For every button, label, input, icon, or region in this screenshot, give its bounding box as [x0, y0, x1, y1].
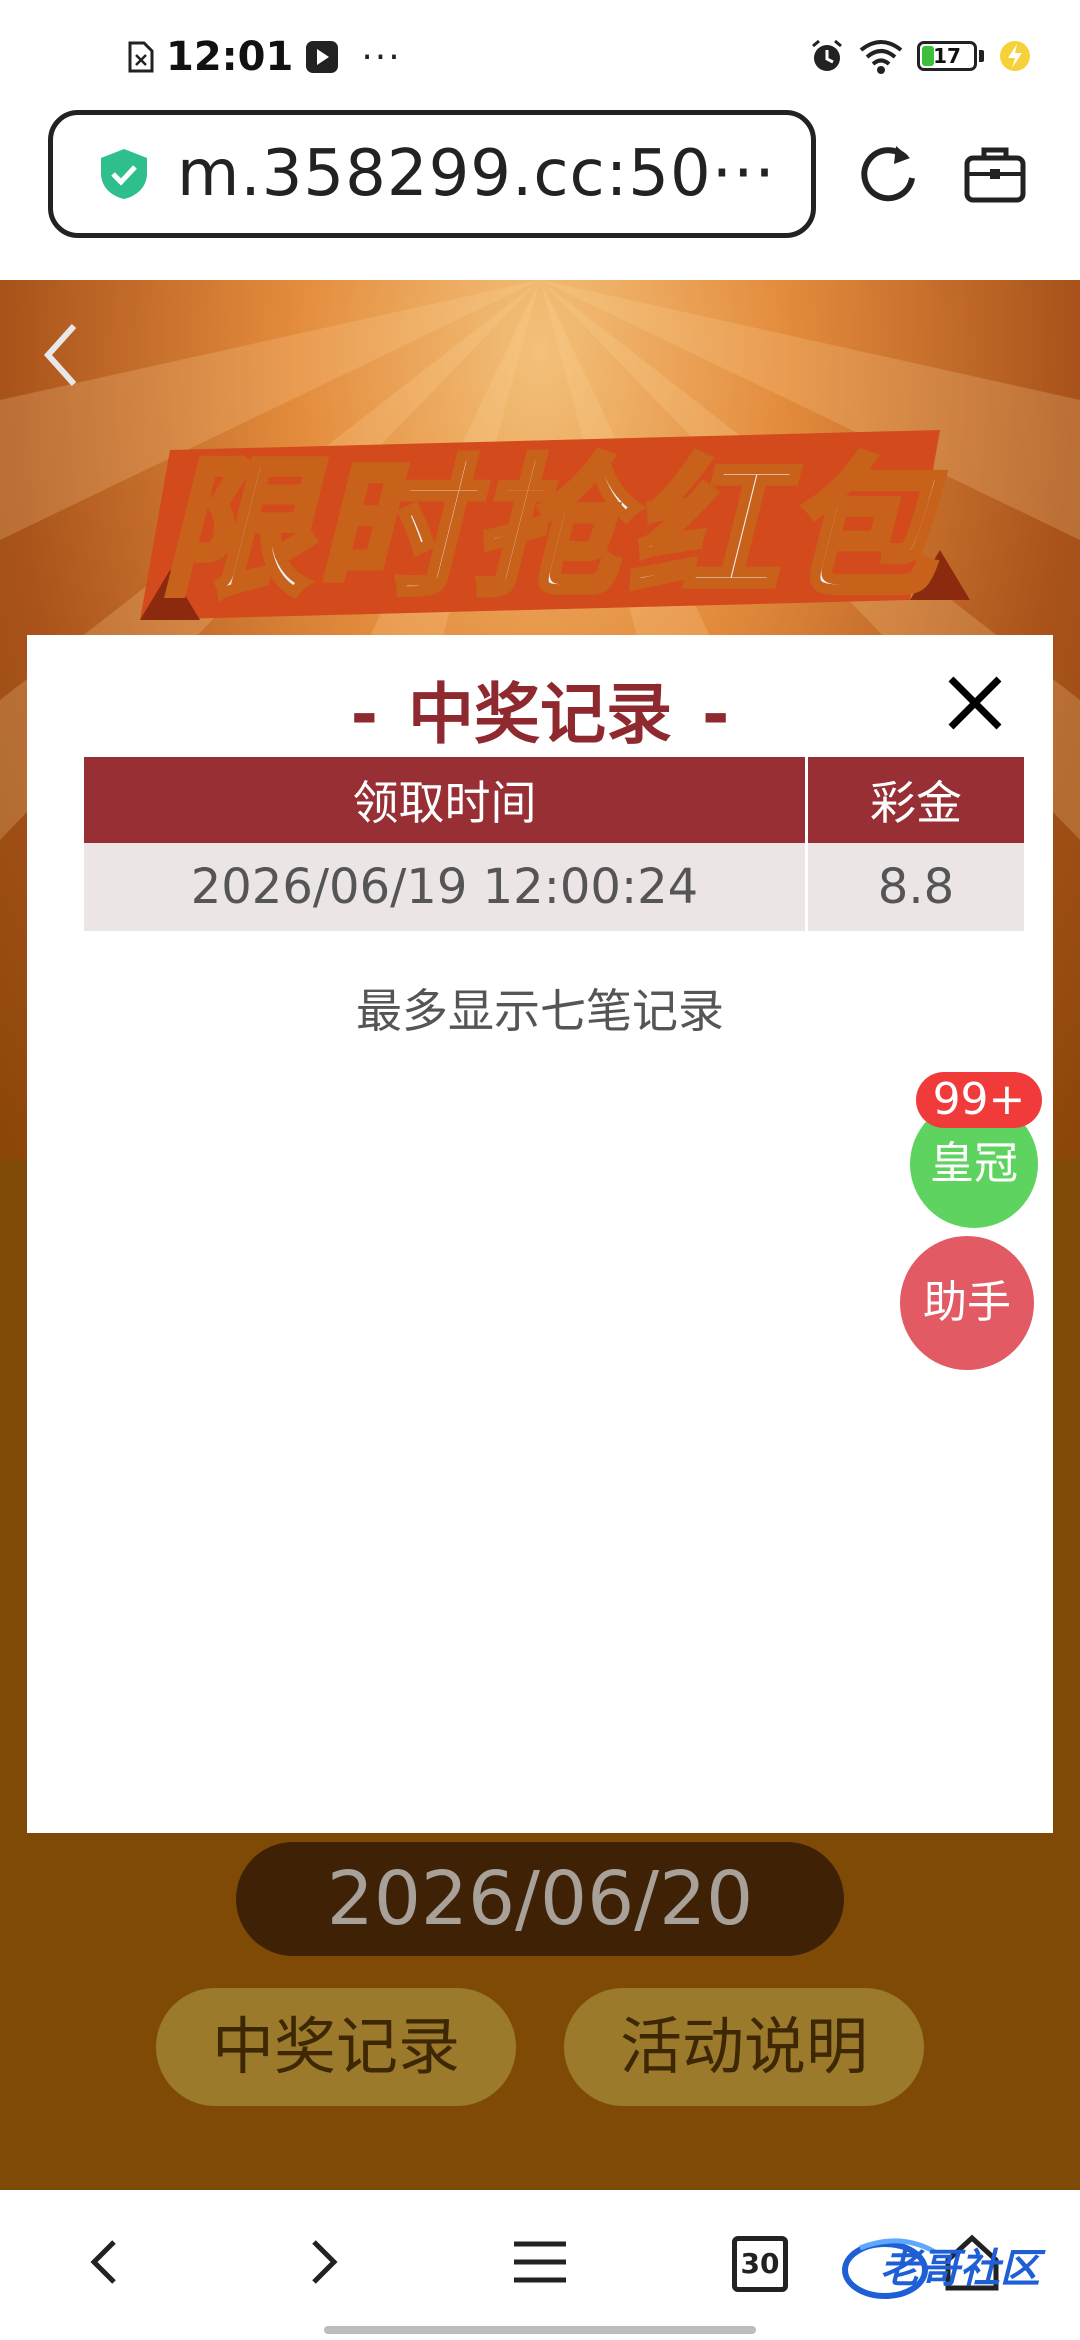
- modal-title-text: 中奖记录: [408, 676, 672, 753]
- records-note: 最多显示七笔记录: [356, 984, 724, 1038]
- menu-icon[interactable]: [508, 2230, 572, 2294]
- shield-icon: [101, 149, 147, 199]
- record-amount: 8.8: [806, 843, 1024, 931]
- play-icon: [306, 41, 339, 73]
- modal-title: - 中奖记录 -: [27, 661, 1053, 757]
- rules-button[interactable]: 活动说明: [564, 1988, 924, 2106]
- records-button[interactable]: 中奖记录: [156, 1988, 516, 2106]
- records-table: 领取时间 彩金 2026/06/19 12:00:24 8.8: [84, 757, 1024, 931]
- status-left: 12:01 ···: [128, 34, 402, 80]
- status-right: 17: [809, 38, 1032, 74]
- helper-float-button[interactable]: 助手: [900, 1236, 1034, 1370]
- url-bar[interactable]: m.358299.cc:50···: [48, 110, 816, 238]
- crown-badge: 99+: [916, 1072, 1042, 1128]
- close-icon[interactable]: [945, 673, 1005, 733]
- banner-title: 限时抢红包: [157, 440, 940, 620]
- title-dash-left: -: [350, 676, 378, 753]
- status-more: ···: [361, 36, 402, 78]
- toolbox-icon[interactable]: [964, 144, 1026, 204]
- nav-forward-icon[interactable]: [290, 2230, 354, 2294]
- alarm-icon: [812, 39, 842, 71]
- wifi-icon: [859, 40, 903, 74]
- table-row: 2026/06/19 12:00:24 8.8: [84, 843, 1024, 931]
- column-header-amount: 彩金: [806, 757, 1024, 843]
- battery-icon: 17: [917, 41, 977, 71]
- nav-back-icon[interactable]: [74, 2230, 138, 2294]
- title-dash-right: -: [702, 676, 730, 753]
- watermark-text: 老哥社区: [880, 2246, 1040, 2292]
- battery-tip: [979, 50, 984, 62]
- table-header-row: 领取时间 彩金: [84, 757, 1024, 843]
- column-header-time: 领取时间: [84, 757, 808, 843]
- status-bar: 12:01 ··· 17: [0, 0, 1080, 110]
- reload-icon[interactable]: [856, 140, 920, 204]
- charging-icon: [1000, 41, 1030, 71]
- url-text[interactable]: m.358299.cc:50···: [177, 137, 776, 211]
- date-display: 2026/06/20: [236, 1842, 844, 1956]
- records-modal: - 中奖记录 - 领取时间 彩金 2026/06/19 12:00:24 8.8 最…: [27, 635, 1053, 1833]
- record-time: 2026/06/19 12:00:24: [84, 843, 808, 931]
- tab-count-button[interactable]: 30: [732, 2236, 788, 2292]
- home-indicator[interactable]: [324, 2326, 756, 2334]
- battery-level: 17: [933, 44, 961, 68]
- status-time: 12:01: [166, 34, 294, 80]
- back-arrow-icon[interactable]: [40, 320, 80, 390]
- file-icon: [128, 41, 154, 73]
